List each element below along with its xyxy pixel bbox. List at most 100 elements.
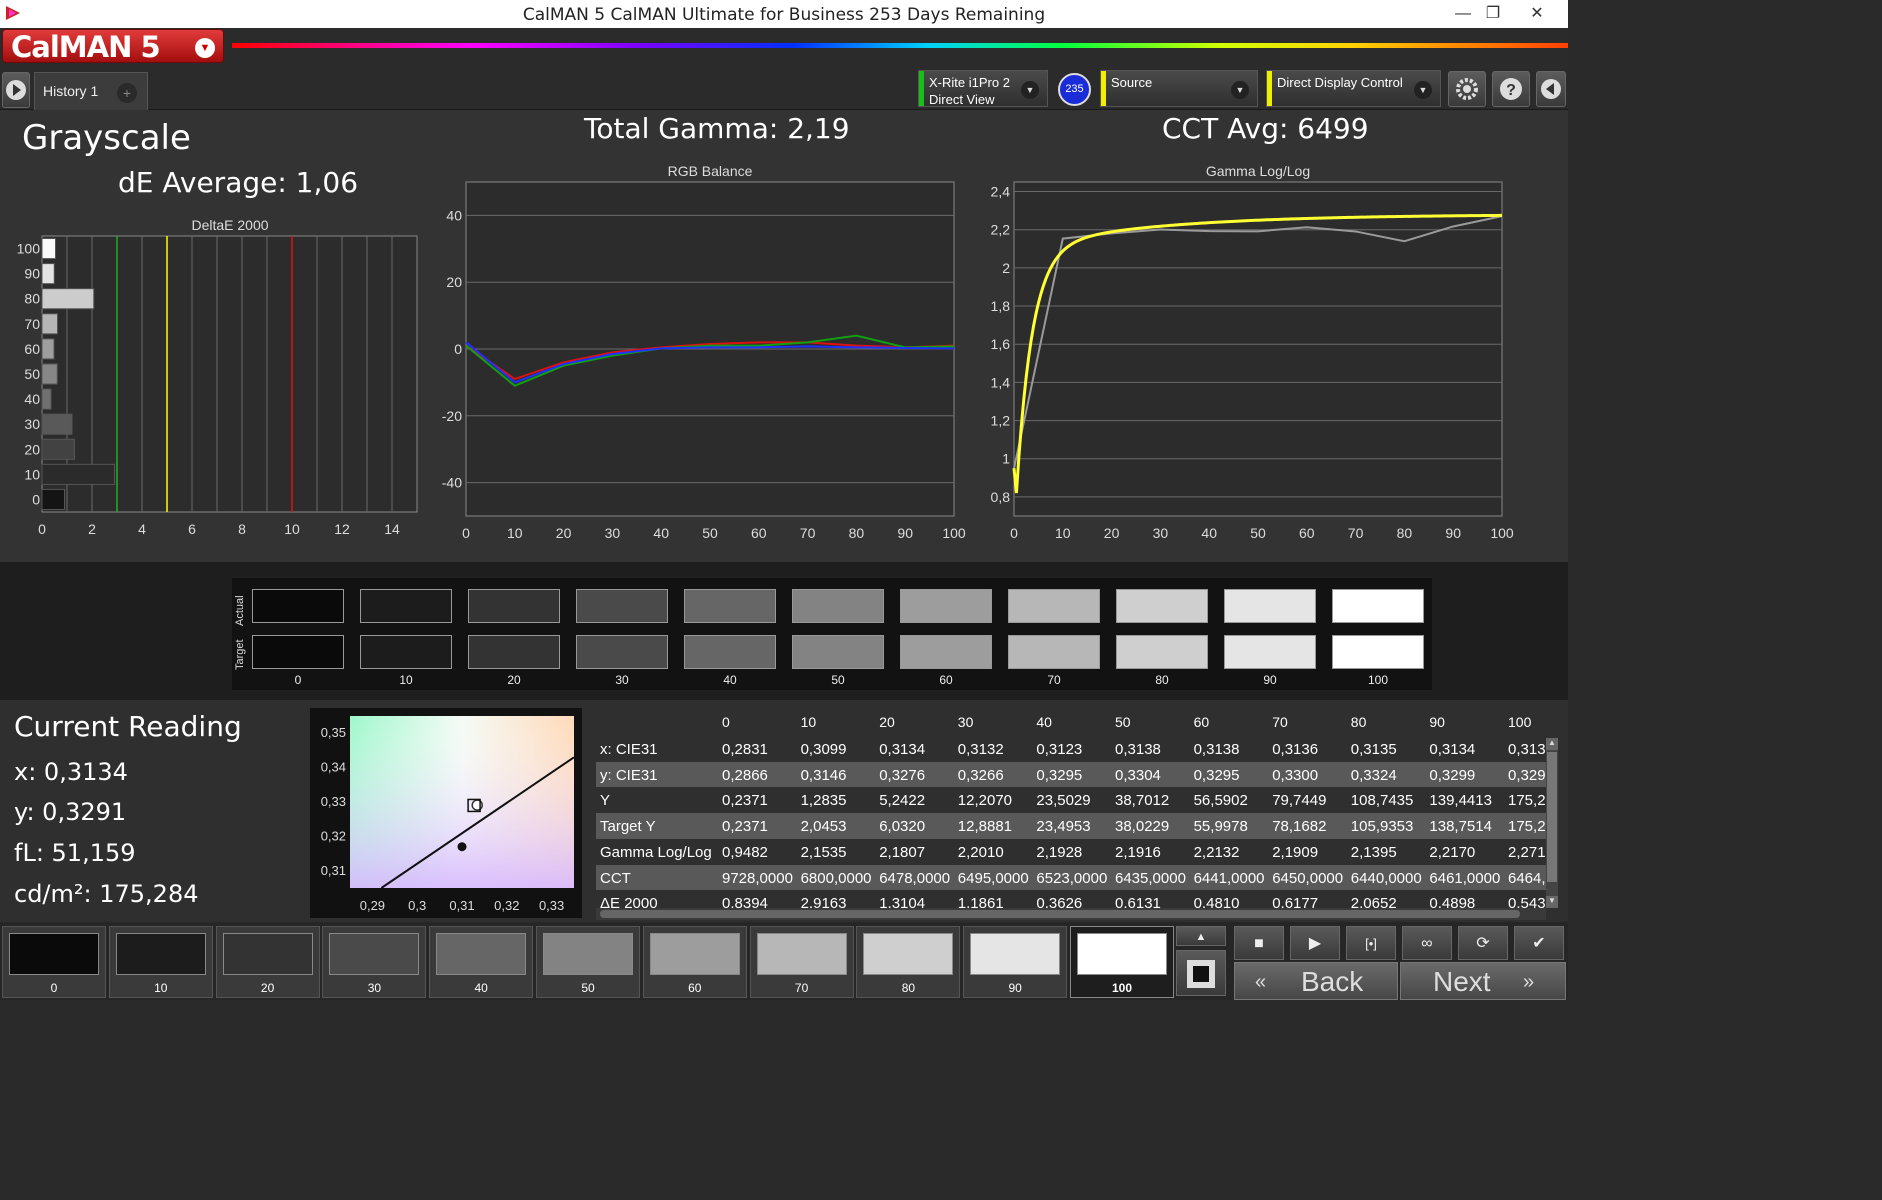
y-tick-label: 10 [24,466,40,482]
x-tick-label: 30 [1153,525,1169,541]
stop-button[interactable]: ■ [1234,926,1284,960]
table-cell: 175,2 [1508,792,1546,810]
vertical-scrollbar[interactable]: ▲ ▼ [1546,738,1558,908]
calman-logo[interactable]: CalMAN 5 ▼ [2,29,224,64]
play-button[interactable] [2,72,30,108]
de-average: dE Average: 1,06 [118,166,359,199]
patch-color [649,933,740,975]
table-cell: 5,2422 [879,792,926,810]
x-tick-label: 30 [605,525,621,541]
cct-average: CCT Avg: 6499 [1162,112,1369,145]
patch-up-button[interactable]: ▲ [1176,926,1226,946]
next-button[interactable]: Next » [1400,962,1566,1000]
target-swatch [900,635,992,669]
table-cell: 0,3134 [879,741,926,758]
table-cell: 6,0320 [879,818,926,836]
x-tick-label: 0,32 [494,898,519,913]
table-cell: 9728,0000 [722,869,793,887]
patch-button[interactable]: 30 [322,926,427,998]
play-icon [6,80,26,100]
patch-button[interactable]: 20 [215,926,320,998]
x-tick-label: 50 [702,525,718,541]
column-header: 50 [1115,714,1131,730]
patch-button[interactable]: 50 [536,926,640,998]
svg-text:?: ? [1506,82,1516,99]
logo-menu-chevron-icon[interactable]: ▼ [195,38,215,58]
patch-stop-button[interactable] [1176,950,1226,996]
patch-button[interactable]: 10 [108,926,213,998]
table-cell: 1,2835 [800,792,847,810]
deltae-bar [41,238,56,260]
collapse-button[interactable] [1536,71,1566,107]
table-cell: 6800,0000 [800,869,872,887]
target-swatch [1008,635,1100,669]
patch-button[interactable]: 100 [1070,926,1174,998]
x-tick-label: 70 [800,525,816,541]
check-button[interactable]: ✔ [1514,926,1564,960]
table-cell: 56,5902 [1193,792,1248,810]
deltae-bar [41,313,58,335]
table-cell: 0,2866 [722,766,768,784]
scroll-down-icon[interactable]: ▼ [1546,896,1558,908]
table-cell: 0,3324 [1350,766,1397,784]
swatch-label: 50 [831,673,845,687]
close-button[interactable]: ✕ [1514,0,1560,28]
table-cell: 23,4953 [1036,818,1091,836]
settings-button[interactable] [1448,71,1486,107]
display-selector[interactable]: Direct Display Control ▼ [1266,70,1441,107]
deltae-bar [41,438,75,460]
patch-button[interactable]: 0 [2,926,106,998]
gamma-chart: 2,4 2,2 2 1,8 1,6 1,4 1,2 1 0,8 0 10 20 30 40 50 60 70 80… [991,181,1514,541]
scroll-thumb[interactable] [1547,752,1557,882]
add-tab-button[interactable]: + [117,83,137,103]
back-button[interactable]: « Back [1234,962,1398,1000]
column-header: 80 [1350,714,1367,730]
meter-badge[interactable]: 235 [1058,73,1091,106]
meter-selector[interactable]: X-Rite i1Pro 2 Direct View ▼ [918,70,1048,107]
patch-color [222,933,313,975]
refresh-button[interactable]: ⟳ [1458,926,1508,960]
stop-icon [1187,960,1215,988]
read-series-button[interactable]: [•] [1346,926,1396,960]
help-button[interactable]: ? [1492,71,1530,107]
x-tick-label: 20 [1104,525,1120,541]
patch-button[interactable]: 80 [856,926,961,998]
history-tab[interactable]: History 1 + [34,72,148,110]
table-row: Y 0,2371 1,2835 5,2422 12,2070 23,5029 38,7012… [596,787,1546,814]
y-tick-label: 60 [24,341,40,357]
deltae-bar [41,288,95,310]
patch-button[interactable]: 60 [642,926,747,998]
column-header: 60 [1193,714,1210,730]
table-cell: 6450,0000 [1272,869,1344,887]
x-tick-label: 8 [238,521,246,537]
continuous-button[interactable]: ∞ [1402,926,1452,960]
patch-button[interactable]: 70 [749,926,854,998]
swatch-label: 90 [1263,673,1277,687]
table-cell: 0,313 [1508,741,1546,758]
x-tick-label: 6 [188,521,196,537]
table-cell: 2,1535 [800,843,847,861]
y-tick-label: 20 [24,441,40,457]
table-cell: 0,3132 [957,741,1004,758]
column-header: 100 [1508,714,1532,730]
x-tick-label: 90 [897,525,913,541]
page-title: Grayscale [22,118,191,158]
scroll-thumb[interactable] [600,910,1520,918]
source-selector[interactable]: Source ▼ [1100,70,1258,107]
y-tick-label: 50 [24,366,40,382]
deltae-chart: 0 2 4 6 8 10 12 14 0 10 20 30 40 50 60 70 80 90 100 [17,235,418,537]
restore-button[interactable]: ❐ [1470,0,1516,28]
measure-button[interactable]: ▶ [1290,926,1340,960]
row-label: y: CIE31 [600,766,658,784]
horizontal-scrollbar[interactable] [596,908,1546,920]
table-cell: 2,1395 [1350,843,1397,861]
back-label: Back [1301,966,1364,997]
x-tick-label: 100 [942,525,966,541]
patch-button[interactable]: 90 [963,926,1068,998]
y-tick-label: 2 [1002,260,1010,276]
scroll-up-icon[interactable]: ▲ [1546,738,1558,750]
target-swatch [468,635,560,669]
table-cell: 175,2 [1508,818,1546,836]
patch-button[interactable]: 40 [429,926,534,998]
column-header: 30 [957,714,974,730]
